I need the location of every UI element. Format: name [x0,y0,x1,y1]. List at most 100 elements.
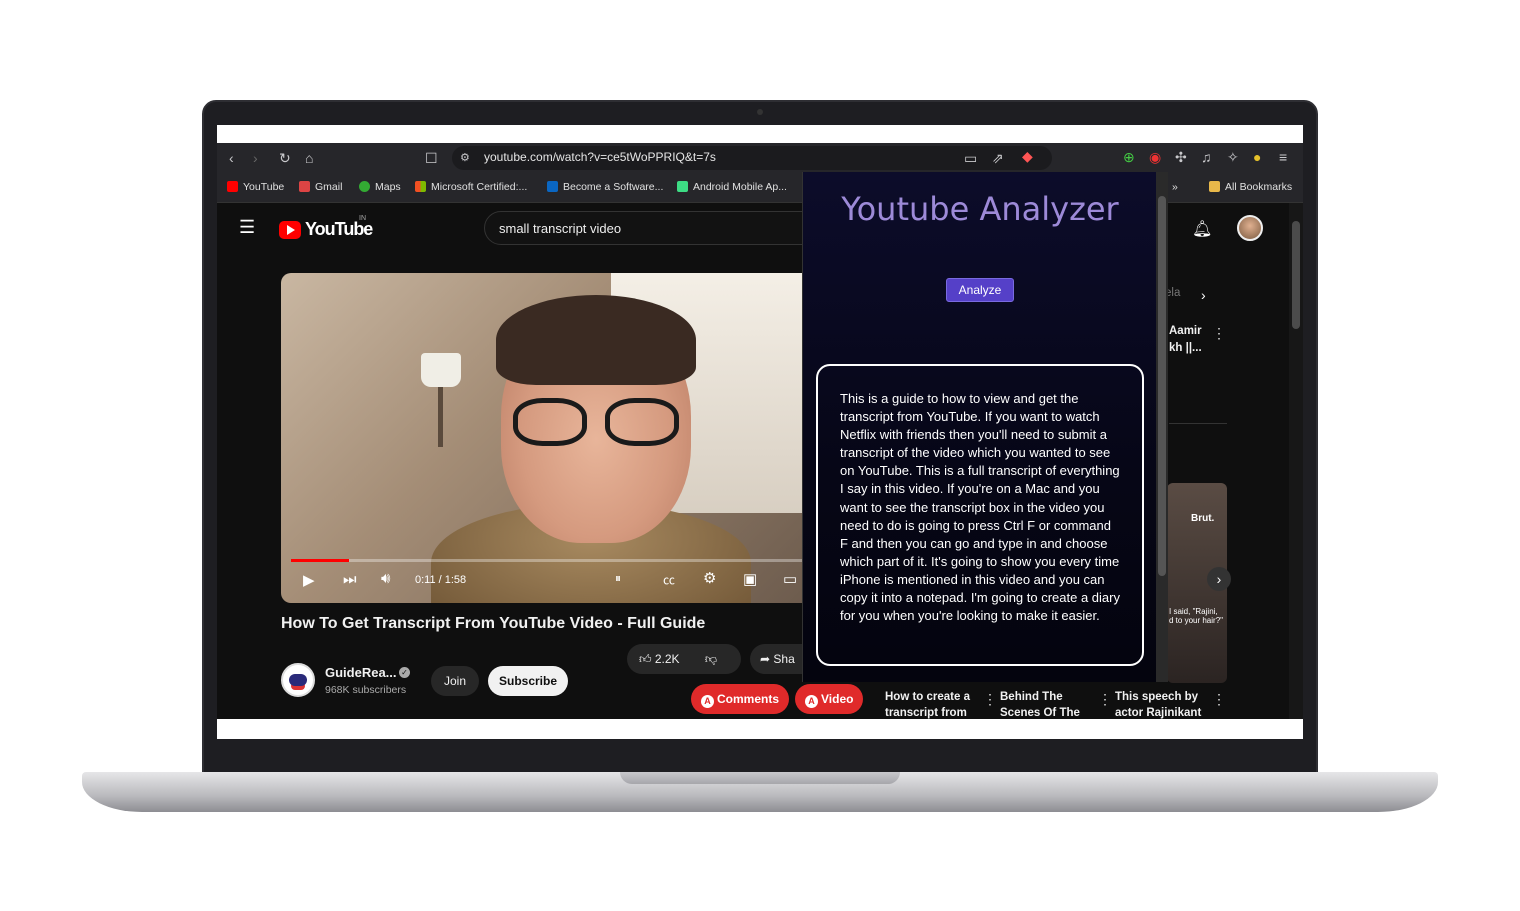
video-analyze-button[interactable]: A Video [795,684,864,714]
play-icon[interactable]: ▶ [303,571,315,589]
maps-icon [359,181,370,192]
all-bookmarks-label: All Bookmarks [1225,181,1293,193]
profile-icon[interactable]: ● [1253,149,1261,165]
hamburger-icon[interactable]: ☰ [239,218,255,236]
bookmarks-overflow[interactable]: » [1172,181,1178,193]
carousel-next-icon[interactable]: › [1207,567,1231,591]
linkedin-icon [547,181,558,192]
subscriber-count: 968K subscribers [325,684,407,696]
thumbnail-brand: Brut. [1191,513,1215,524]
analyze-button[interactable]: Analyze [946,278,1014,302]
page-scrollbar[interactable] [1289,203,1303,719]
miniplayer-icon[interactable]: ▣ [743,570,757,588]
related-video-title[interactable]: How to create a transcript from [885,689,985,719]
thumbs-up-icon: 👍︎ [639,652,655,666]
youtube-logo-text[interactable]: YouTube [305,219,373,240]
avatar[interactable] [1237,215,1263,241]
bookmark-gmail[interactable]: Gmail [299,181,342,193]
bookmark-label: Gmail [315,181,343,193]
bookmark-label: Android Mobile Ap... [693,181,787,193]
video-time: 0:11 / 1:58 [415,574,467,586]
popup-scrollbar-thumb[interactable] [1158,196,1166,576]
thumbs-down-icon[interactable]: 👎︎ [705,652,717,666]
video-player[interactable]: ▶ ⏭︎ 🔊︎ 0:11 / 1:58 ⏸︎ ㏄ ⚙ ▣ ▭ [281,273,821,603]
verified-icon: ✓ [399,667,410,678]
microsoft-icon [415,181,426,192]
subscribe-button[interactable]: Subscribe [488,666,568,696]
bookmark-label: YouTube [243,181,285,193]
extensions-puzzle-icon[interactable]: ✣ [1175,149,1187,165]
video-person-glasses [513,398,683,448]
side-video-title-2[interactable]: kh ||... [1169,342,1202,354]
bookmark-icon[interactable]: ☐ [425,150,438,166]
analyzer-logo-icon: A [701,695,714,708]
back-icon[interactable]: ‹ [229,150,234,166]
progress-bar[interactable] [291,559,821,562]
thumbnail-caption-2: d to your hair?" [1169,616,1223,625]
share-icon: ➦ [760,652,774,666]
youtube-analyzer-popup: Youtube Analyzer Analyze This is a guide… [802,172,1156,682]
settings-icon[interactable]: ⚙ [703,569,716,587]
theater-icon[interactable]: ▭ [783,570,797,588]
related-video-title[interactable]: This speech by actor Rajinikant [1115,689,1215,719]
gmail-icon [299,181,310,192]
scrollbar-thumb[interactable] [1292,221,1300,329]
menu-icon[interactable]: ≡ [1279,149,1287,165]
youtube-logo-icon[interactable] [279,221,301,239]
forward-icon[interactable]: › [253,150,258,166]
chevron-right-icon[interactable]: › [1201,287,1206,303]
like-button[interactable]: 👍︎ 2.2K 👎︎ [627,644,741,674]
analyzer-logo-icon: A [805,695,818,708]
divider [1169,423,1227,424]
more-options-icon[interactable]: ⋮ [983,691,997,708]
webcam [757,109,763,115]
comments-label: Comments [717,692,780,706]
channel-avatar[interactable] [281,663,315,697]
like-count: 2.2K [654,652,680,666]
notifications-icon[interactable]: 🔔︎ [1192,219,1212,239]
video-title: How To Get Transcript From YouTube Video… [281,615,706,632]
bookmark-android[interactable]: Android Mobile Ap... [677,181,787,193]
more-options-icon[interactable]: ⋮ [1098,691,1112,708]
bookmark-youtube[interactable]: YouTube [227,181,284,193]
captions-icon[interactable]: ㏄ [663,571,675,588]
search-query: small transcript video [499,221,622,236]
sparkle-icon[interactable]: ✧ [1227,149,1239,165]
share-page-icon[interactable]: ⇗ [992,150,1004,166]
bookmark-label: Become a Software... [563,181,664,193]
channel-name[interactable]: GuideRea... [325,665,397,680]
brave-shield-icon[interactable]: ◆ [1022,148,1033,164]
bookmark-maps[interactable]: Maps [359,181,401,193]
comments-button[interactable]: A Comments [691,684,790,714]
search-input[interactable]: small transcript video [484,211,824,245]
url-text: youtube.com/watch?v=ce5tWoPPRIQ&t=7s [484,150,716,164]
bookmark-label: Microsoft Certified:... [431,181,528,193]
media-icon[interactable]: ♫ [1201,149,1212,165]
more-options-icon[interactable]: ⋮ [1212,325,1226,342]
all-bookmarks[interactable]: All Bookmarks [1209,181,1292,193]
bookmark-label: Maps [375,181,401,193]
extension-title: Youtube Analyzer [841,190,1119,228]
thumbnail-caption: I said, "Rajini, [1169,607,1218,616]
side-video-title[interactable]: Aamir [1169,325,1202,337]
laptop-notch [620,772,900,784]
extension-green-icon[interactable]: ⊕ [1123,149,1135,165]
autoplay-toggle[interactable]: ⏸︎ [615,571,621,586]
cast-icon[interactable]: ▭ [964,150,977,166]
progress-fill [291,559,350,562]
video-lamp-stand [438,387,443,447]
volume-icon[interactable]: 🔊︎ [381,570,390,587]
bookmark-microsoft[interactable]: Microsoft Certified:... [415,181,527,193]
site-info-icon[interactable]: ⚙ [460,150,470,166]
share-label: Sha [773,652,795,666]
reload-icon[interactable]: ↻ [279,150,291,166]
join-button[interactable]: Join [431,666,479,696]
address-bar[interactable]: ⚙ youtube.com/watch?v=ce5tWoPPRIQ&t=7s ▭… [452,146,1052,170]
extension-record-icon[interactable]: ◉ [1149,149,1161,165]
home-icon[interactable]: ⌂ [305,150,313,166]
related-video-title[interactable]: Behind The Scenes Of The [1000,689,1100,719]
more-options-icon[interactable]: ⋮ [1212,691,1226,708]
next-icon[interactable]: ⏭︎ [343,571,357,588]
bookmark-linkedin[interactable]: Become a Software... [547,181,663,193]
popup-scrollbar[interactable] [1156,172,1168,682]
